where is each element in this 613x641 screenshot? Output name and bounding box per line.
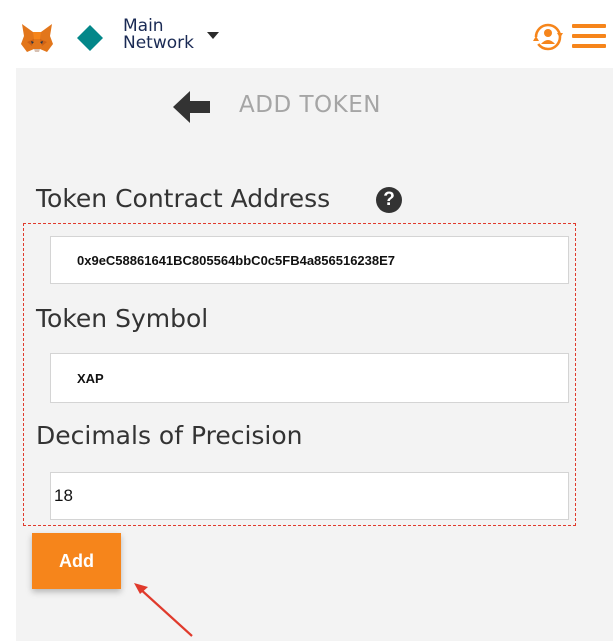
- network-name-line2: Network: [123, 33, 194, 53]
- hamburger-menu-icon[interactable]: [572, 24, 606, 50]
- help-icon[interactable]: ?: [376, 187, 402, 213]
- chevron-down-icon[interactable]: [207, 32, 219, 39]
- token-symbol-input[interactable]: [50, 353, 569, 403]
- decimals-of-precision-input[interactable]: [50, 472, 569, 520]
- network-diamond-icon[interactable]: [76, 24, 104, 52]
- page-title: ADD TOKEN: [239, 92, 381, 118]
- network-selector[interactable]: Main Network: [123, 18, 194, 52]
- token-contract-address-label: Token Contract Address: [36, 184, 331, 213]
- back-arrow-icon[interactable]: [173, 90, 211, 124]
- add-button[interactable]: Add: [32, 533, 121, 589]
- account-switch-icon[interactable]: [530, 22, 566, 52]
- decimals-of-precision-label: Decimals of Precision: [36, 421, 303, 450]
- metamask-fox-icon[interactable]: [20, 22, 54, 54]
- app-header: Main Network: [0, 0, 613, 68]
- token-symbol-label: Token Symbol: [36, 304, 209, 333]
- annotation-arrow-icon: [134, 583, 193, 637]
- token-contract-address-input[interactable]: [50, 236, 569, 284]
